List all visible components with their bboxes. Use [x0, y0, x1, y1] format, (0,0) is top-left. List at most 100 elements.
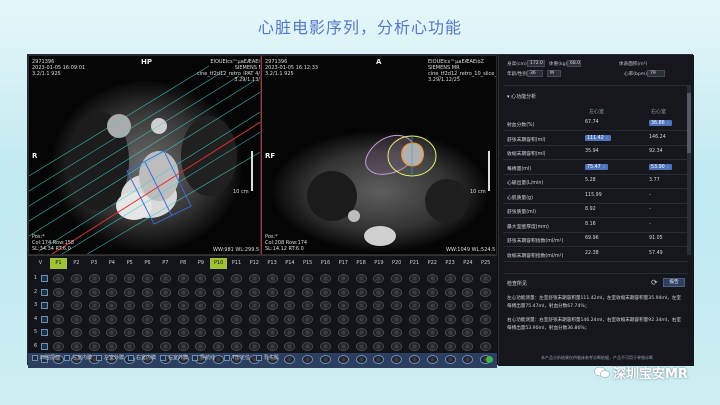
thumbnail[interactable] [53, 341, 64, 351]
thumbnail[interactable] [480, 328, 492, 337]
thumbnail[interactable] [391, 301, 403, 310]
thumbnail[interactable] [444, 314, 456, 324]
thumbnail[interactable] [177, 341, 189, 351]
thumbnail[interactable] [391, 328, 403, 337]
thumbnail[interactable] [124, 341, 136, 351]
phase-p6[interactable]: P6 [139, 258, 156, 269]
thumbnail[interactable] [159, 314, 171, 324]
thumbnail[interactable] [284, 341, 296, 351]
thumbnail[interactable] [284, 274, 296, 283]
thumbnail[interactable] [106, 274, 118, 283]
legend-toggle[interactable]: 右室外膜 [160, 354, 188, 361]
thumbnail[interactable] [124, 314, 136, 324]
thumbnail[interactable] [355, 341, 367, 351]
thumbnail[interactable] [480, 301, 492, 310]
thumbnail[interactable] [70, 274, 82, 283]
thumbnail[interactable] [88, 287, 100, 297]
thumbnail[interactable] [142, 314, 153, 324]
thumbnail[interactable] [177, 314, 189, 324]
thumbnail[interactable] [373, 314, 385, 324]
thumbnail[interactable] [320, 314, 331, 324]
thumbnail[interactable] [88, 301, 100, 310]
thumbnail[interactable] [337, 328, 349, 337]
thumbnail[interactable] [480, 314, 492, 324]
thumbnail[interactable] [409, 314, 420, 324]
phase-p14[interactable]: P14 [281, 258, 298, 269]
thumbnail[interactable] [142, 287, 153, 297]
height-input[interactable]: 172.0 [527, 60, 545, 67]
phase-p19[interactable]: P19 [370, 258, 387, 269]
thumbnail[interactable] [320, 287, 331, 297]
thumbnail[interactable] [88, 328, 100, 337]
phase-p7[interactable]: P7 [157, 258, 174, 269]
phase-p3[interactable]: P3 [86, 258, 103, 269]
thumbnail[interactable] [213, 341, 225, 351]
thumbnail[interactable] [266, 341, 278, 351]
thumbnail[interactable] [142, 328, 153, 337]
thumbnail[interactable] [231, 301, 242, 310]
thumbnail[interactable] [480, 341, 492, 351]
thumbnail[interactable] [213, 301, 225, 310]
thumbnail[interactable] [444, 341, 456, 351]
viewer-short-axis[interactable]: 2971396 2023-01-05 16:12:33 3.2/1.1 925 … [261, 55, 497, 255]
thumbnail[interactable] [444, 274, 456, 283]
thumbnail[interactable] [462, 341, 474, 351]
phase-p20[interactable]: P20 [388, 258, 405, 269]
slice-checkbox[interactable] [41, 342, 48, 350]
viewer-long-axis[interactable]: 2971396 2023-01-05 16:09:01 3.2/1.1 925 … [28, 55, 261, 255]
thumbnail[interactable] [320, 341, 331, 351]
thumbnail[interactable] [231, 314, 242, 324]
thumbnail[interactable] [231, 274, 242, 283]
thumbnail[interactable] [142, 301, 153, 310]
thumbnail[interactable] [70, 314, 82, 324]
thumbnail[interactable] [426, 314, 438, 324]
thumbnail[interactable] [124, 328, 136, 337]
thumbnail[interactable] [373, 287, 385, 297]
thumbnail[interactable] [106, 301, 118, 310]
phase-v[interactable]: V [32, 258, 49, 269]
thumbnail[interactable] [88, 341, 100, 351]
thumbnail[interactable] [106, 287, 118, 297]
phase-p16[interactable]: P16 [317, 258, 334, 269]
thumbnail[interactable] [391, 341, 403, 351]
thumbnail[interactable] [231, 328, 242, 337]
thumbnail[interactable] [320, 274, 331, 283]
sex-select[interactable]: M [547, 70, 561, 77]
thumbnail[interactable] [462, 287, 474, 297]
thumbnail[interactable] [266, 328, 278, 337]
report-button[interactable]: 报告 [663, 278, 685, 287]
phase-p17[interactable]: P17 [335, 258, 352, 269]
thumbnail[interactable] [195, 314, 207, 324]
thumbnail[interactable] [409, 301, 420, 310]
slice-checkbox[interactable] [41, 315, 48, 323]
thumbnail[interactable] [391, 314, 403, 324]
phase-p11[interactable]: P11 [228, 258, 245, 269]
thumbnail[interactable] [337, 314, 349, 324]
thumbnail[interactable] [53, 328, 64, 337]
thumbnail[interactable] [373, 341, 385, 351]
thumbnail[interactable] [88, 274, 100, 283]
thumbnail[interactable] [480, 287, 492, 297]
thumbnail[interactable] [195, 301, 207, 310]
thumbnail[interactable] [462, 328, 474, 337]
phase-p22[interactable]: P22 [424, 258, 441, 269]
thumbnail[interactable] [444, 301, 456, 310]
thumbnail[interactable] [302, 287, 314, 297]
thumbnail[interactable] [106, 341, 118, 351]
thumbnail[interactable] [355, 301, 367, 310]
thumbnail[interactable] [320, 328, 331, 337]
thumbnail[interactable] [177, 274, 189, 283]
thumbnail[interactable] [159, 274, 171, 283]
thumbnail[interactable] [177, 328, 189, 337]
slice-checkbox[interactable] [41, 329, 48, 336]
thumbnail[interactable] [53, 301, 64, 310]
thumbnail[interactable] [337, 341, 349, 351]
thumbnail[interactable] [355, 274, 367, 283]
thumbnail[interactable] [426, 301, 438, 310]
legend-toggle[interactable]: 导航线 [192, 354, 215, 361]
thumbnail[interactable] [409, 274, 420, 283]
thumbnail[interactable] [462, 274, 474, 283]
thumbnail[interactable] [444, 328, 456, 337]
phase-p25[interactable]: P25 [477, 258, 494, 269]
thumbnail[interactable] [195, 287, 207, 297]
